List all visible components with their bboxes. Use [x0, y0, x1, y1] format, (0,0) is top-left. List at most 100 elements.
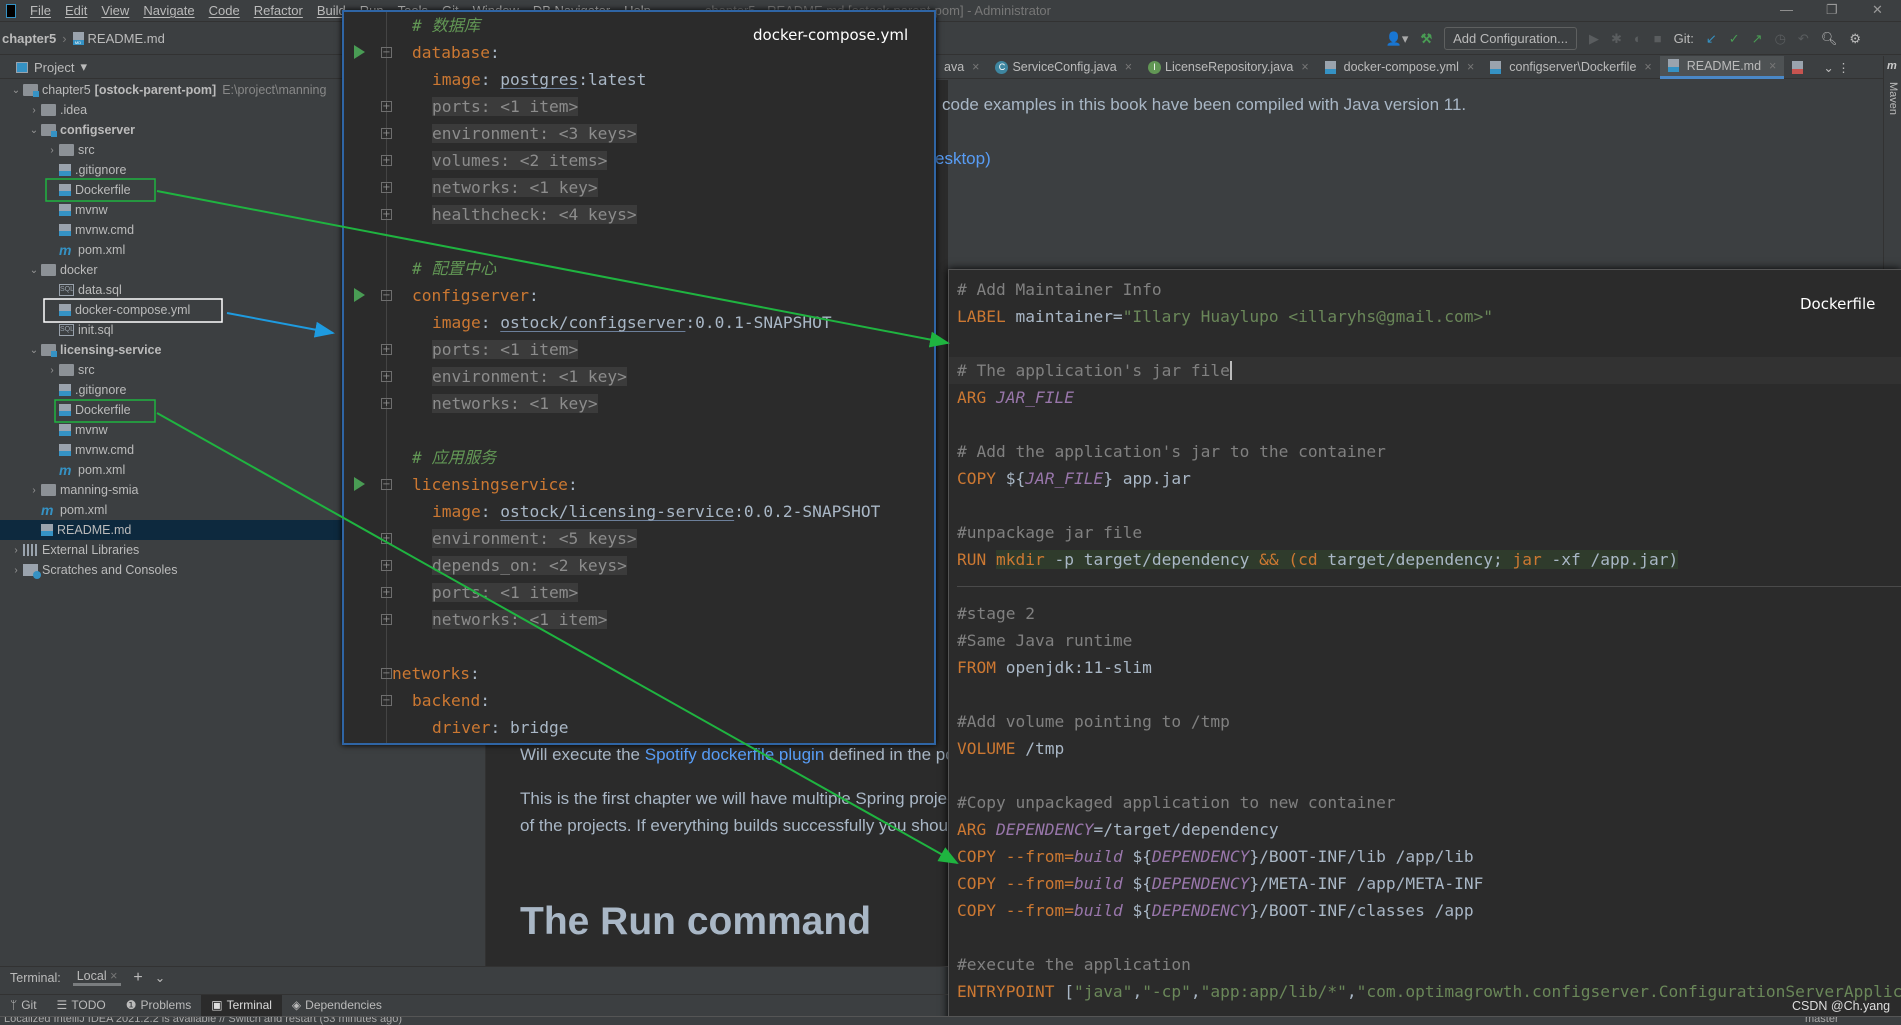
app-logo-icon	[6, 3, 16, 18]
menu-file[interactable]: File	[30, 3, 51, 18]
close-icon[interactable]: ×	[1467, 60, 1474, 74]
code-token: image	[432, 313, 481, 332]
code-line: #Add volume pointing to /tmp	[949, 708, 1901, 735]
git-history-icon[interactable]: ◷	[1775, 31, 1786, 47]
chevron-right-icon[interactable]: ›	[27, 105, 41, 116]
docker-compose-editor[interactable]: docker-compose.yml # 数据库 − database: image:…	[342, 10, 936, 745]
problems-icon: ❶	[125, 998, 137, 1012]
stop-icon[interactable]: ■	[1654, 31, 1662, 46]
file-badge	[59, 211, 71, 216]
close-icon[interactable]: ×	[110, 969, 117, 983]
code-token: #Add volume pointing to /tmp	[957, 712, 1230, 731]
add-configuration-button[interactable]: Add Configuration...	[1444, 27, 1577, 50]
close-icon[interactable]: ×	[1125, 60, 1132, 74]
menu-view[interactable]: View	[101, 3, 129, 18]
close-icon[interactable]: ×	[1644, 60, 1651, 74]
terminal-tab-local[interactable]: Local ×	[72, 969, 122, 986]
tree-item-label: chapter5	[42, 83, 91, 97]
chevron-down-icon[interactable]: ⌄	[27, 125, 41, 136]
chevron-right-icon[interactable]: ›	[45, 145, 59, 156]
hammer-icon[interactable]: ⚒	[1420, 31, 1432, 47]
tree-item-label: pom.xml	[60, 503, 108, 517]
tab-readme-md[interactable]: README.md ×	[1659, 55, 1785, 79]
chevron-down-icon[interactable]: ⌄	[27, 265, 41, 276]
tab-configserver-dockerfile[interactable]: configserver\Dockerfile ×	[1482, 56, 1659, 79]
code-content: # Add Maintainer Info	[957, 276, 1162, 303]
tab-licenserepository-java[interactable]: I LicenseRepository.java ×	[1140, 56, 1317, 79]
git-update-icon[interactable]: ↙	[1706, 31, 1717, 47]
chevron-right-icon[interactable]: ›	[9, 565, 23, 576]
project-panel-title[interactable]: Project	[34, 60, 74, 75]
code-token: ARG	[957, 820, 996, 839]
status-message[interactable]: Localized IntelliJ IDEA 2021.2.2 is avai…	[4, 1017, 402, 1025]
menu-edit[interactable]: Edit	[65, 3, 87, 18]
chevron-right-icon[interactable]: ›	[45, 365, 59, 376]
chevron-right-icon[interactable]: ›	[9, 545, 23, 556]
code-token: COPY	[957, 847, 1006, 866]
module-icon	[41, 344, 57, 357]
git-push-icon[interactable]: ↗	[1752, 31, 1763, 47]
readme-paragraph: Will execute the Spotify dockerfile plug…	[520, 745, 954, 765]
file-badge	[59, 171, 71, 176]
git-commit-icon[interactable]: ✓	[1729, 31, 1740, 47]
close-window-button[interactable]: ✕	[1872, 2, 1883, 18]
code-token: DEPENDENCY	[995, 820, 1094, 839]
code-content: LABEL maintainer="Illary Huaylupo <illar…	[957, 303, 1493, 330]
minimize-button[interactable]: —	[1780, 2, 1793, 17]
tab-docker-compose-yml[interactable]: docker-compose.yml ×	[1317, 56, 1483, 79]
toolwindow-todo[interactable]: ☰ TODO	[47, 995, 116, 1016]
toolwindow-label: Dependencies	[305, 998, 382, 1012]
tab-ava[interactable]: ava ×	[936, 56, 987, 79]
code-line: environment: <5 keys>	[344, 525, 934, 552]
code-content: #stage 2	[957, 600, 1035, 627]
code-line: ARG DEPENDENCY=/target/dependency	[949, 816, 1901, 843]
breadcrumb-project[interactable]: chapter5	[2, 31, 56, 46]
tabs-dropdown-icon[interactable]: ⌄ ⋮	[1815, 56, 1857, 79]
menu-navigate[interactable]: Navigate	[143, 3, 194, 18]
code-token: DEPENDENCY	[1151, 874, 1250, 893]
dockerfile-editor[interactable]: Dockerfile # Add Maintainer Info LABEL ma…	[948, 269, 1901, 1025]
code-content: networks: <1 item>	[432, 606, 608, 633]
close-icon[interactable]: ×	[1769, 59, 1776, 73]
search-icon[interactable]: 🔍︎	[1821, 31, 1838, 47]
file-icon	[1490, 60, 1502, 74]
breadcrumb-file[interactable]: README.md	[88, 31, 165, 46]
chevron-down-icon[interactable]: ⌄	[27, 345, 41, 356]
readme-link-fragment[interactable]: esktop)	[935, 149, 991, 169]
code-token: :0.0.2-SNAPSHOT	[734, 502, 881, 521]
toolwindow-dependencies[interactable]: ◈ Dependencies	[282, 995, 392, 1016]
code-token: image	[432, 502, 481, 521]
maven-label[interactable]: Maven	[1887, 82, 1899, 115]
menu-code[interactable]: Code	[209, 3, 240, 18]
add-terminal-button[interactable]: +	[133, 969, 142, 987]
gear-icon[interactable]: ⚙	[1849, 31, 1861, 47]
code-token: # Add the application's jar to the conta…	[957, 442, 1386, 461]
toolwindow-problems[interactable]: ❶ Problems	[116, 995, 201, 1016]
code-line: #Copy unpackaged application to new cont…	[949, 789, 1901, 816]
close-icon[interactable]: ×	[1301, 60, 1308, 74]
tab-label: ServiceConfig.java	[1012, 60, 1117, 74]
git-branch[interactable]: master	[1805, 1017, 1839, 1025]
list-icon: ☰	[56, 998, 68, 1012]
chevron-right-icon[interactable]: ›	[27, 485, 41, 496]
chevron-down-icon[interactable]: ▾	[80, 59, 87, 75]
toolwindow-terminal[interactable]: ▣ Terminal	[201, 994, 282, 1016]
chevron-down-icon[interactable]: ⌄	[155, 970, 165, 985]
coverage-icon[interactable]: ◐	[1634, 31, 1642, 46]
user-icon[interactable]: 👤▾	[1386, 31, 1409, 47]
code-line: healthcheck: <4 keys>	[344, 201, 934, 228]
toolwindow-git[interactable]: ᛘ Git	[0, 995, 47, 1016]
code-token: :	[489, 43, 500, 62]
git-rollback-icon[interactable]: ↶	[1798, 31, 1809, 47]
tab-yml[interactable]	[1784, 56, 1815, 79]
spotify-plugin-link[interactable]: Spotify dockerfile plugin	[645, 745, 825, 764]
debug-icon[interactable]: ✱	[1611, 31, 1622, 47]
close-icon[interactable]: ×	[972, 60, 979, 74]
run-icon[interactable]: ▶	[1589, 31, 1599, 47]
code-token: "app:app/lib/*"	[1200, 982, 1347, 1001]
chevron-down-icon[interactable]: ⌄	[9, 85, 23, 96]
restore-button[interactable]: ❐	[1826, 2, 1838, 18]
menu-refactor[interactable]: Refactor	[254, 3, 303, 18]
tab-serviceconfig-java[interactable]: C ServiceConfig.java ×	[987, 56, 1140, 79]
